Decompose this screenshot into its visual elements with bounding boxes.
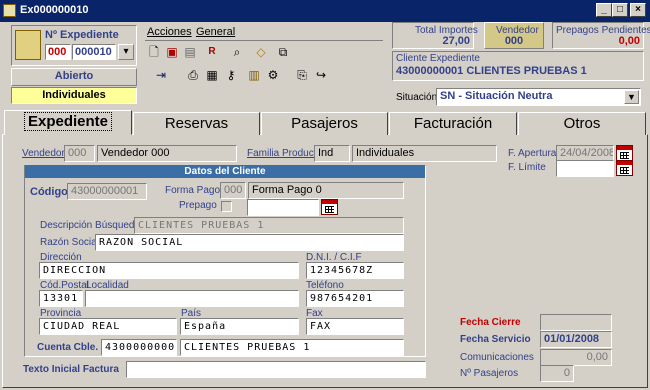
situacion-select[interactable]: SN - Situación Neutra	[436, 88, 641, 106]
title-bar: Ex000000010 _ □ ×	[0, 0, 650, 22]
expediente-label: Nº Expediente	[45, 29, 119, 41]
prepago-label: Prepago	[179, 200, 217, 211]
type-badge: Individuales	[11, 87, 137, 104]
window-title: Ex000000010	[20, 4, 89, 16]
cuenta-label: Cuenta Cble.	[37, 342, 99, 353]
texto-factura-label: Texto Inicial Factura	[23, 364, 119, 375]
forward-icon[interactable]: ↪	[312, 66, 330, 84]
tab-facturacion[interactable]: Facturación	[389, 112, 517, 135]
properties-icon[interactable]: ▤	[181, 43, 199, 61]
expediente-num1[interactable]: 000	[45, 44, 71, 60]
prepago-date-field[interactable]	[247, 199, 319, 216]
situacion-label: Situación	[396, 92, 438, 103]
copy-icon[interactable]: ⧉	[274, 43, 292, 61]
f-limite-field[interactable]	[556, 160, 614, 177]
f-limite-label: F. Límite	[508, 162, 546, 173]
provincia-field[interactable]: CIUDAD REAL	[39, 318, 177, 335]
familia-name: Individuales	[352, 145, 497, 162]
codigo-field[interactable]: 43000000001	[67, 183, 147, 200]
pasajeros-label: Nº Pasajeros	[460, 368, 519, 379]
fecha-cierre-label: Fecha Cierre	[460, 317, 521, 328]
calendar-icon[interactable]	[321, 199, 338, 215]
fecha-servicio-field: 01/01/2008	[540, 331, 612, 348]
expediente-num2[interactable]: 000010	[72, 44, 116, 60]
print-icon[interactable]: ⎙	[184, 66, 202, 84]
codigo-label: Código	[30, 186, 68, 198]
f-apertura-label: F. Apertura	[508, 148, 557, 159]
user-icon[interactable]: ⇥	[152, 66, 170, 84]
descripcion-label: Descripción Búsqueda	[40, 220, 141, 231]
cuenta-code-field[interactable]: 43000000001	[101, 339, 177, 356]
telefono-field[interactable]: 987654201	[306, 290, 404, 307]
pasajeros-field: 0	[540, 365, 574, 382]
menu-divider	[145, 40, 383, 41]
forma-pago-code[interactable]: 000	[220, 182, 246, 199]
calculator-icon[interactable]: ▦	[203, 66, 221, 84]
menu-acciones[interactable]: Acciones	[147, 26, 192, 38]
open-folder-icon[interactable]: ⎘	[293, 66, 311, 84]
prepagos-value: 0,00	[618, 35, 640, 47]
close-button[interactable]: ×	[630, 3, 646, 17]
razon-social-field[interactable]: RAZON SOCIAL	[95, 234, 404, 251]
tab-pasajeros[interactable]: Pasajeros	[261, 112, 388, 135]
report-icon[interactable]: R	[203, 43, 221, 61]
tab-reservas[interactable]: Reservas	[133, 112, 260, 135]
texto-factura-field[interactable]	[126, 361, 426, 378]
vendedor-code[interactable]: 000	[64, 145, 95, 162]
descripcion-field[interactable]: CLIENTES PRUEBAS 1	[134, 217, 404, 234]
comunicaciones-field: 0,00	[540, 349, 612, 366]
prepago-checkbox[interactable]	[221, 201, 232, 212]
voucher-icon[interactable]: ▥	[245, 66, 263, 84]
pais-field[interactable]: España	[180, 318, 299, 335]
forma-pago-label: Forma Pago	[165, 185, 221, 196]
cp-field[interactable]: 13301	[39, 290, 83, 307]
tab-otros[interactable]: Otros	[518, 112, 646, 135]
fecha-servicio-label: Fecha Servicio	[460, 334, 531, 345]
status-badge: Abierto	[11, 68, 137, 86]
new-icon[interactable]: 🗋	[145, 43, 163, 61]
calendar-icon[interactable]	[616, 145, 633, 161]
key-icon[interactable]: ⚷	[222, 66, 240, 84]
chevron-down-icon[interactable]: ▼	[624, 90, 639, 104]
localidad-field[interactable]	[85, 290, 299, 307]
folder-icon	[15, 30, 41, 60]
tab-expediente[interactable]: Expediente	[4, 110, 132, 135]
tools-icon[interactable]: ⚙	[264, 66, 282, 84]
fax-field[interactable]: FAX	[306, 318, 404, 335]
minimize-button[interactable]: _	[596, 3, 612, 17]
binoculars-icon[interactable]: ⌕	[228, 43, 246, 61]
cuenta-name-field[interactable]: CLIENTES PRUEBAS 1	[180, 339, 404, 356]
calendar-icon[interactable]	[616, 160, 633, 176]
maximize-button[interactable]: □	[612, 3, 628, 17]
familia-code[interactable]: Ind	[314, 145, 350, 162]
cliente-label: Cliente Expediente	[396, 53, 480, 64]
vendedor-name: Vendedor 000	[97, 145, 237, 162]
delete-icon[interactable]: ▣	[163, 43, 181, 61]
direccion-field[interactable]: DIRECCION	[39, 262, 299, 279]
dni-field[interactable]: 12345678Z	[306, 262, 404, 279]
app-icon	[3, 4, 16, 17]
familia-label: Familia Producto	[247, 148, 323, 159]
fecha-cierre-field	[540, 314, 612, 331]
cliente-value: 43000000001 CLIENTES PRUEBAS 1	[396, 65, 587, 77]
vendedor-label: Vendedor	[22, 148, 65, 159]
total-importes-value: 27,00	[442, 35, 470, 47]
comunicaciones-label: Comunicaciones	[460, 352, 534, 363]
eraser-icon[interactable]: ◇	[252, 43, 270, 61]
search-icon[interactable]: ▾	[118, 44, 134, 60]
datos-cliente-title: Datos del Cliente	[25, 165, 425, 178]
situacion-value: SN - Situación Neutra	[440, 90, 553, 102]
vendedor-header-value: 000	[504, 35, 524, 47]
menu-general[interactable]: General	[196, 26, 235, 38]
forma-pago-name: Forma Pago 0	[248, 182, 404, 199]
razon-social-label: Razón Social	[40, 237, 99, 248]
